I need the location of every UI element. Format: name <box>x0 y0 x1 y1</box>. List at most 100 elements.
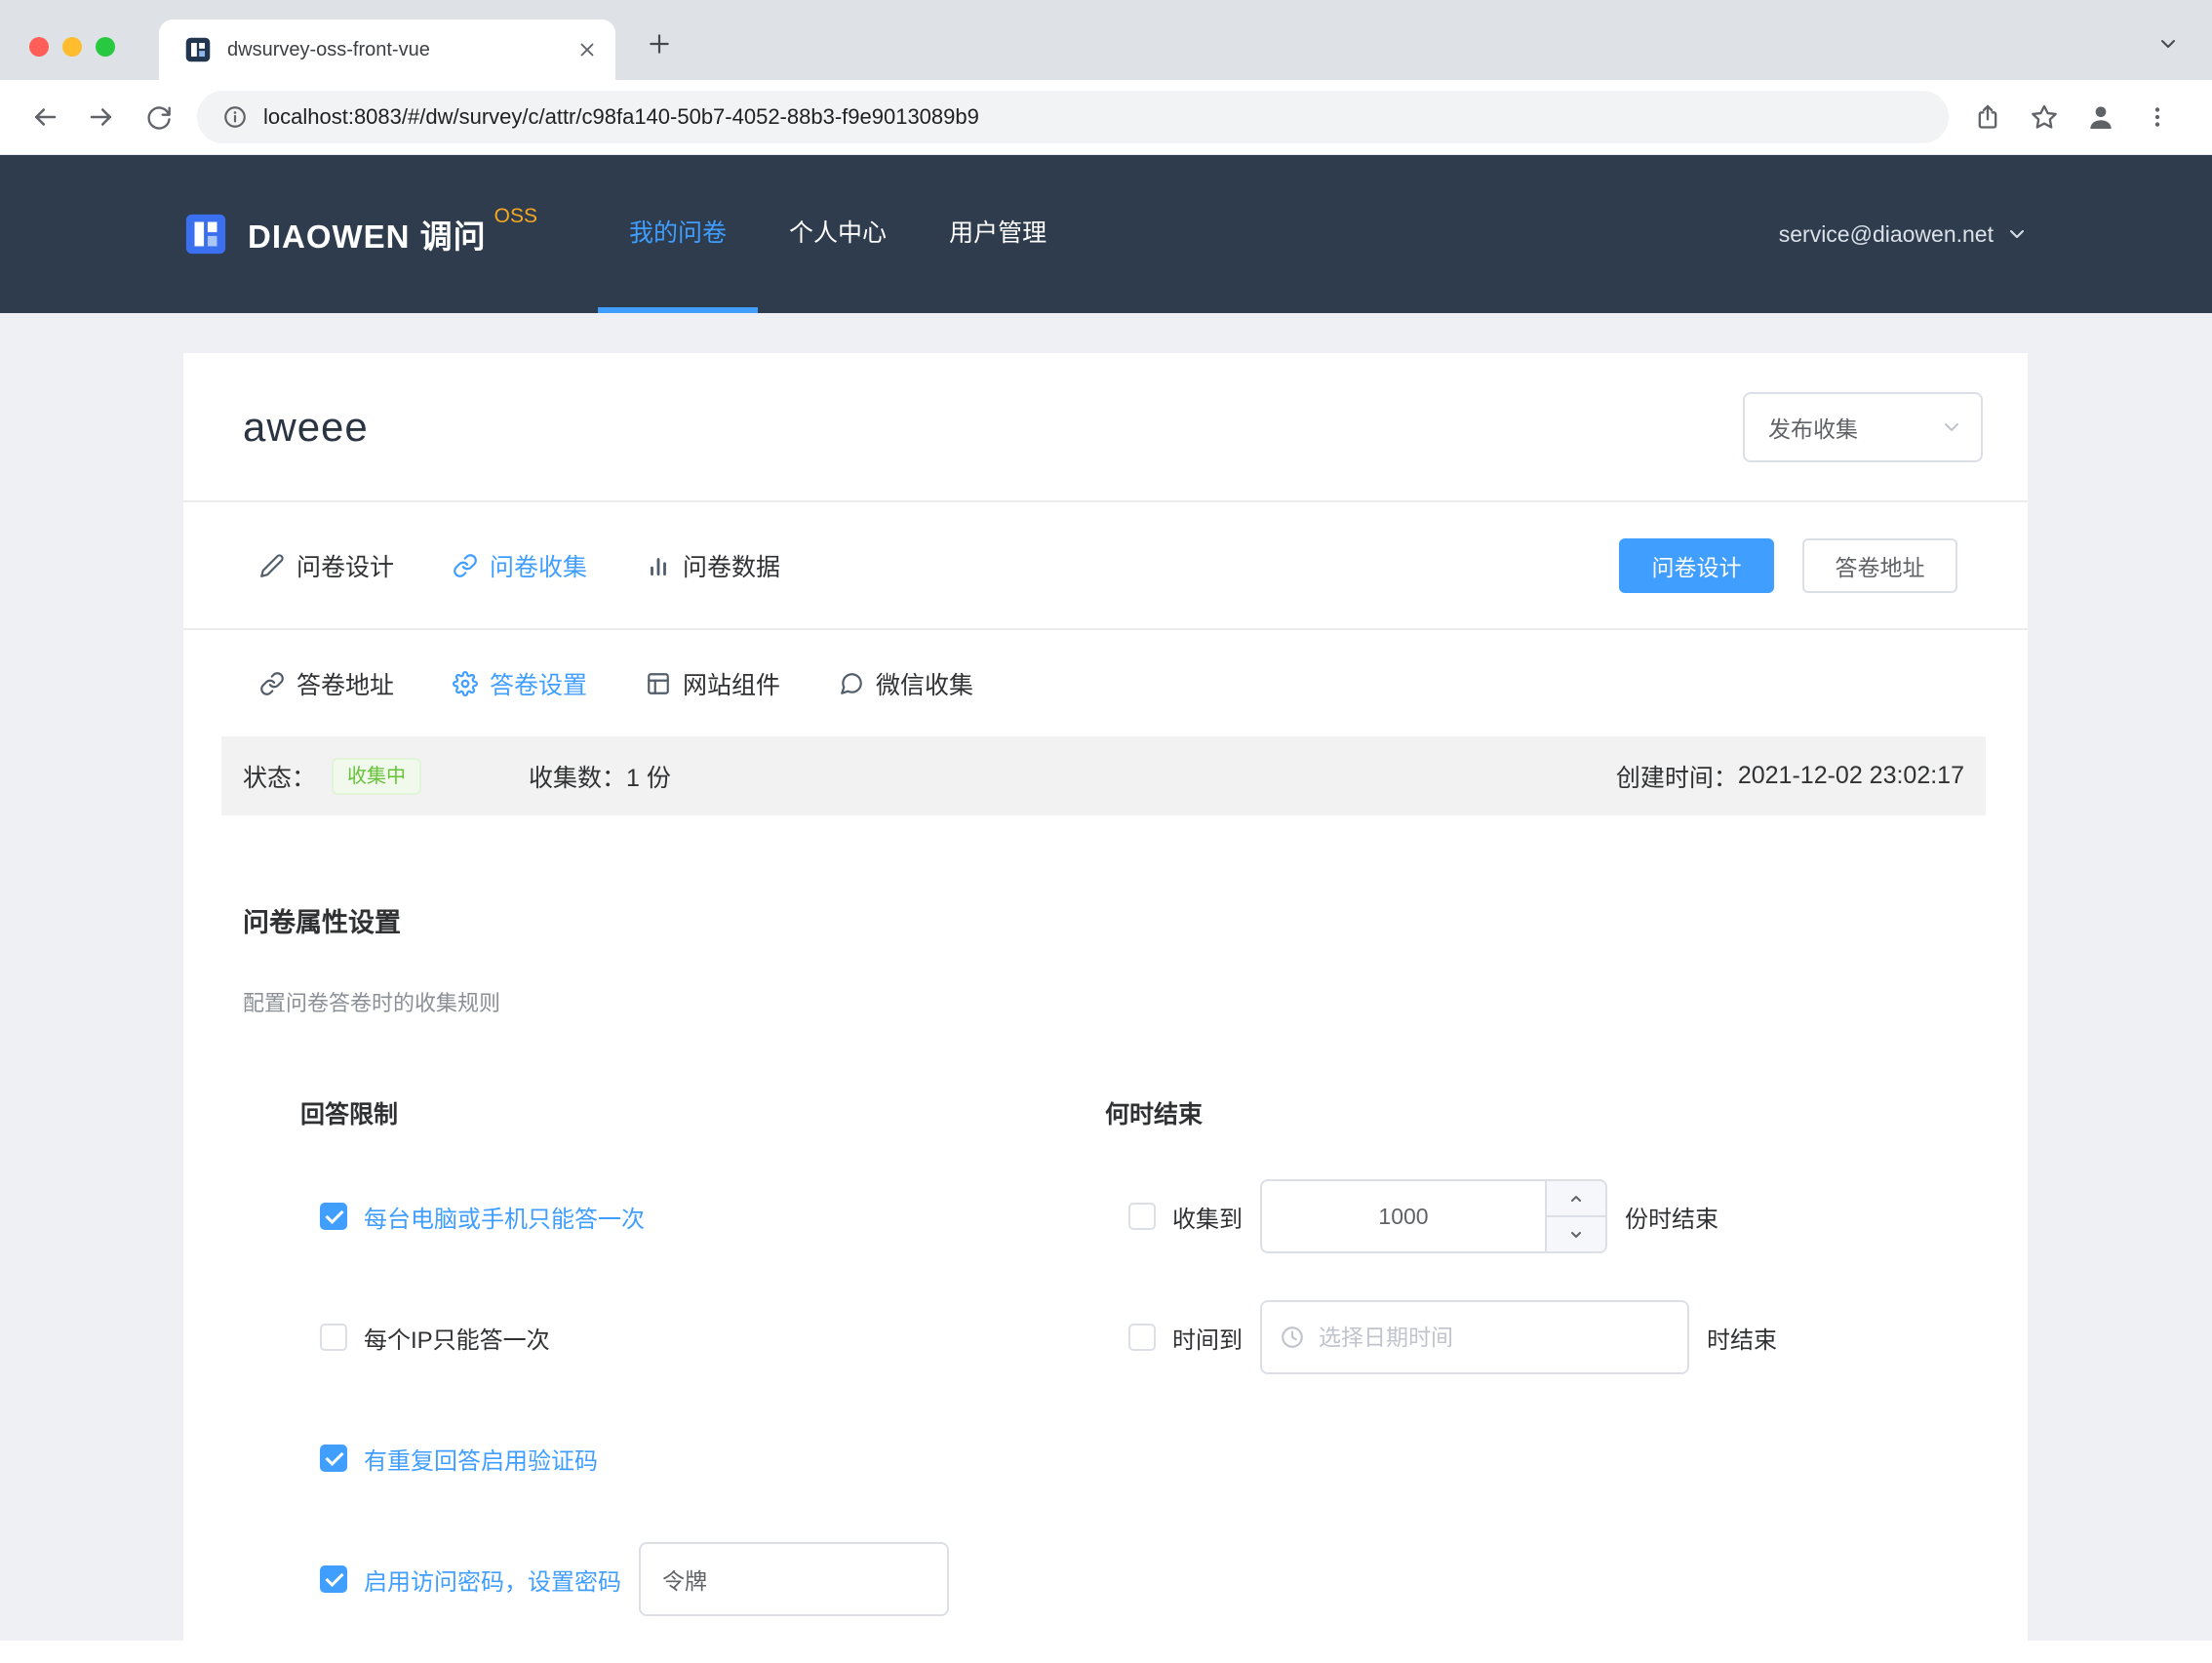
end-time-input[interactable] <box>1319 1325 1670 1351</box>
maximize-window-button[interactable] <box>96 37 115 57</box>
section-subtitle: 配置问卷答卷时的收集规则 <box>243 986 2028 1017</box>
bookmark-button[interactable] <box>2021 94 2068 140</box>
secondary-tab-bar: 答卷地址 答卷设置 网站组件 微信收集 <box>183 630 2028 736</box>
status-badge: 收集中 <box>332 758 421 795</box>
chevron-down-icon <box>2005 222 2029 246</box>
survey-card: aweee 发布收集 问卷设计 问卷收集 问卷数据 <box>183 353 2028 1641</box>
tab-label: 微信收集 <box>876 666 973 701</box>
end-count-input[interactable] <box>1262 1181 1545 1251</box>
checkbox-end-by-count[interactable] <box>1128 1203 1156 1230</box>
nav-item-personal-center[interactable]: 个人中心 <box>758 155 918 313</box>
info-icon[interactable] <box>222 104 248 130</box>
bar-chart-icon <box>646 553 671 578</box>
star-icon <box>2031 103 2058 131</box>
status-label: 状态： <box>243 759 316 794</box>
address-bar-actions <box>1964 94 2191 140</box>
browser-menu-button[interactable] <box>2134 94 2181 140</box>
end-time-date-field[interactable] <box>1260 1300 1689 1374</box>
profile-button[interactable] <box>2077 94 2124 140</box>
share-button[interactable] <box>1964 94 2011 140</box>
tab-title: dwsurvey-oss-front-vue <box>227 39 576 61</box>
share-icon <box>1974 103 2001 131</box>
back-button[interactable] <box>21 94 68 140</box>
checkbox-one-ip[interactable] <box>320 1324 347 1351</box>
answer-url-button[interactable]: 答卷地址 <box>1802 538 1957 593</box>
tab-label: 问卷数据 <box>683 548 780 583</box>
publish-collect-select[interactable]: 发布收集 <box>1743 392 1983 462</box>
survey-title: aweee <box>243 404 1743 451</box>
new-tab-button[interactable] <box>639 23 680 64</box>
end-condition-column: 何时结束 收集到 <box>1105 1095 1777 1663</box>
forward-button[interactable] <box>78 94 125 140</box>
tab-site-widget[interactable]: 网站组件 <box>646 666 780 701</box>
end-row-time: 时间到 时结束 <box>1105 1300 1777 1374</box>
checkbox-end-by-time[interactable] <box>1128 1324 1156 1351</box>
end-count-number-field <box>1260 1179 1607 1253</box>
tab-search-button[interactable] <box>2148 23 2189 64</box>
checkbox-label[interactable]: 有重复回答启用验证码 <box>364 1442 598 1476</box>
browser-address-bar: localhost:8083/#/dw/survey/c/attr/c98fa1… <box>0 80 2212 155</box>
nav-item-my-surveys[interactable]: 我的问卷 <box>598 155 758 313</box>
section-title: 问卷属性设置 <box>243 901 2028 939</box>
stepper-up-button[interactable] <box>1547 1181 1605 1217</box>
survey-header: aweee 发布收集 <box>183 353 2028 500</box>
tab-label: 问卷设计 <box>296 548 394 583</box>
tab-label: 答卷设置 <box>490 666 587 701</box>
tab-wechat-collect[interactable]: 微信收集 <box>839 666 973 701</box>
checkbox-label[interactable]: 每台电脑或手机只能答一次 <box>364 1200 645 1234</box>
end-count-suffix: 份时结束 <box>1625 1200 1718 1234</box>
browser-tab-strip: dwsurvey-oss-front-vue <box>0 0 2212 80</box>
clock-icon <box>1280 1325 1305 1350</box>
end-time-suffix: 时结束 <box>1707 1321 1777 1355</box>
option-row-one-ip: 每个IP只能答一次 <box>300 1300 1105 1374</box>
tab-survey-data[interactable]: 问卷数据 <box>646 548 780 583</box>
minimize-window-button[interactable] <box>62 37 82 57</box>
chevron-down-icon <box>2156 32 2180 56</box>
checkbox-label[interactable]: 收集到 <box>1172 1200 1243 1234</box>
number-stepper <box>1545 1181 1605 1251</box>
browser-window: dwsurvey-oss-front-vue localhost:8083/#/… <box>0 0 2212 1641</box>
main-nav: 我的问卷 个人中心 用户管理 <box>598 155 1078 313</box>
tab-survey-design[interactable]: 问卷设计 <box>259 548 394 583</box>
option-row-one-device: 每台电脑或手机只能答一次 <box>300 1179 1105 1253</box>
tab-answer-settings[interactable]: 答卷设置 <box>453 666 587 701</box>
reload-icon <box>144 103 172 131</box>
tab-close-icon[interactable] <box>576 39 598 60</box>
avatar-icon <box>2085 101 2116 133</box>
wechat-icon <box>839 671 864 696</box>
nav-item-label: 个人中心 <box>789 214 887 249</box>
brand-name: DIAOWEN 调问 <box>248 211 487 257</box>
answer-limit-column: 回答限制 每台电脑或手机只能答一次 每个IP只能答一次 有重复回答启用验证码 <box>300 1095 1105 1663</box>
favicon-icon <box>184 36 212 63</box>
checkbox-one-device[interactable] <box>320 1203 347 1230</box>
checkbox-label[interactable]: 启用访问密码，设置密码 <box>364 1563 621 1597</box>
chevron-down-icon <box>1568 1227 1584 1243</box>
pencil-icon <box>259 553 285 578</box>
nav-item-user-management[interactable]: 用户管理 <box>918 155 1078 313</box>
checkbox-label[interactable]: 时间到 <box>1172 1321 1243 1355</box>
stepper-down-button[interactable] <box>1547 1217 1605 1251</box>
link-icon <box>259 671 285 696</box>
brand-logo[interactable]: DIAOWEN 调问 OSS <box>183 155 537 313</box>
option-row-captcha: 有重复回答启用验证码 <box>300 1421 1105 1495</box>
created-time: 创建时间： 2021-12-02 23:02:17 <box>1616 759 1964 794</box>
reload-button[interactable] <box>135 94 181 140</box>
tab-answer-url[interactable]: 答卷地址 <box>259 666 394 701</box>
tab-label: 网站组件 <box>683 666 780 701</box>
account-menu[interactable]: service@diaowen.net <box>1779 155 2029 313</box>
browser-tab[interactable]: dwsurvey-oss-front-vue <box>159 20 615 80</box>
checkbox-captcha[interactable] <box>320 1445 347 1472</box>
survey-design-button[interactable]: 问卷设计 <box>1619 538 1774 593</box>
url-input[interactable]: localhost:8083/#/dw/survey/c/attr/c98fa1… <box>197 91 1949 143</box>
password-input[interactable] <box>639 1542 949 1616</box>
option-row-password: 启用访问密码，设置密码 <box>300 1542 1105 1616</box>
window-controls <box>29 37 115 57</box>
close-window-button[interactable] <box>29 37 49 57</box>
tab-label: 问卷收集 <box>490 548 587 583</box>
account-email: service@diaowen.net <box>1779 221 1994 248</box>
checkbox-label[interactable]: 每个IP只能答一次 <box>364 1321 550 1355</box>
tab-survey-collect[interactable]: 问卷收集 <box>453 548 587 583</box>
link-icon <box>453 553 478 578</box>
checkbox-password[interactable] <box>320 1565 347 1593</box>
nav-item-label: 我的问卷 <box>629 214 727 249</box>
